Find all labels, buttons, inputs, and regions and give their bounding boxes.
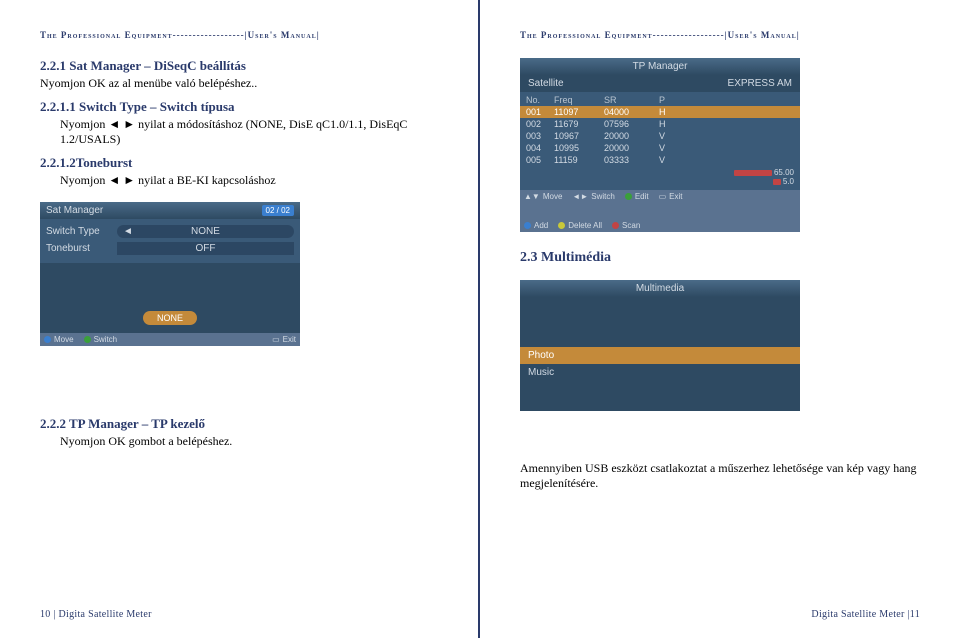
foot-exit: ▭Exit [272,335,296,344]
page-left: The Professional Equipment--------------… [0,0,480,638]
tp-signal-bars: 65.00 5.0 [520,166,800,188]
tp-manager-title: TP Manager [526,61,794,72]
sat-manager-empty-area: NONE [40,263,300,333]
tp-sat-label: Satellite [528,78,564,89]
signal-bar-s-icon [734,170,772,176]
foot-add: Add [524,221,548,230]
dot-icon [558,222,565,229]
switch-type-label: Switch Type [46,226,111,237]
table-row[interactable]: 0021167907596H [520,118,800,130]
table-row[interactable]: 0041099520000V [520,142,800,154]
dot-icon [44,336,51,343]
dot-icon [625,193,632,200]
foot-exit: ▭Exit [659,192,683,201]
col-sr: SR [604,95,659,105]
foot-switch: Switch [84,335,118,344]
foot-edit: Edit [625,192,649,201]
foot-switch: ◄►Switch [572,192,614,201]
switch-type-value[interactable]: ◄NONE [117,225,294,238]
col-no: No. [526,95,554,105]
section-2-2-1-1-title: 2.2.1.1 Switch Type – Switch típusa [40,99,438,115]
page-right: The Professional Equipment--------------… [480,0,960,638]
foot-delete-all: Delete All [558,221,602,230]
dot-icon [84,336,91,343]
toneburst-label: Toneburst [46,243,111,254]
tp-manager-screenshot: TP Manager Satellite EXPRESS AM No. Freq… [520,58,800,232]
left-right-icon: ◄► [572,192,588,201]
tp-table-head: No. Freq SR P [520,94,800,106]
table-row[interactable]: 0011109704000H [520,106,800,118]
section-2-2-1-title: 2.2.1 Sat Manager – DiSeqC beállítás [40,58,438,74]
multimedia-screenshot: Multimedia Photo Music [520,280,800,411]
multimedia-item-music[interactable]: Music [520,364,800,381]
foot-move: Move [44,335,74,344]
tp-table: No. Freq SR P 0011109704000H002116790759… [520,92,800,190]
section-2-2-2-body: Nyomjon OK gombot a belépéshez. [60,434,438,449]
multimedia-below [520,381,800,411]
page-footer-right: Digita Satellite Meter |11 [811,609,920,620]
section-2-2-1-2-body: Nyomjon ◄ ► nyilat a BE-KI kapcsoláshoz [60,173,438,188]
sat-manager-header: Sat Manager 02 / 02 [40,202,300,219]
signal-bar-q-icon [773,179,781,185]
none-button[interactable]: NONE [143,311,197,325]
dot-icon [524,222,531,229]
table-row[interactable]: 0051115903333V [520,154,800,166]
section-2-2-1-2-title: 2.2.1.2Toneburst [40,155,438,171]
multimedia-title: Multimedia [526,283,794,294]
col-p: P [659,95,794,105]
section-2-2-1-body: Nyomjon OK az al menübe való belépéshez.… [40,76,438,91]
up-down-icon: ▲▼ [524,192,540,201]
foot-move: ▲▼Move [524,192,562,201]
multimedia-body [520,297,800,347]
page-footer-left: 10 | Digita Satellite Meter [40,609,152,620]
table-row[interactable]: 0031096720000V [520,130,800,142]
toneburst-value[interactable]: OFF [117,242,294,255]
section-2-2-2-title: 2.2.2 TP Manager – TP kezelő [40,416,438,432]
multimedia-item-photo[interactable]: Photo [520,347,800,364]
tp-manager-footer: ▲▼Move ◄►Switch Edit ▭Exit Add Delete Al… [520,190,800,232]
page-header-left: The Professional Equipment--------------… [40,30,438,40]
multimedia-header: Multimedia [520,280,800,297]
exit-icon: ▭ [272,335,280,344]
sat-manager-footer: Move Switch ▭Exit [40,333,300,346]
exit-icon: ▭ [659,192,667,201]
foot-scan: Scan [612,221,640,230]
arrow-left-icon: ◄ [123,226,133,237]
page-header-right: The Professional Equipment--------------… [520,30,920,40]
dot-icon [612,222,619,229]
switch-type-row: Switch Type ◄NONE [40,223,300,240]
section-2-3-title: 2.3 Multimédia [520,250,920,266]
sat-manager-badge: 02 / 02 [262,205,294,216]
col-freq: Freq [554,95,604,105]
sat-manager-title: Sat Manager [46,205,103,216]
tp-satellite-row: Satellite EXPRESS AM [520,75,800,92]
toneburst-row: Toneburst OFF [40,240,300,257]
sat-manager-screenshot: Sat Manager 02 / 02 Switch Type ◄NONE To… [40,202,300,346]
tp-manager-header: TP Manager [520,58,800,75]
section-2-2-1-1-body: Nyomjon ◄ ► nyilat a módosításhoz (NONE,… [60,117,438,147]
tp-sat-value[interactable]: EXPRESS AM [728,78,792,89]
usb-text: Amennyiben USB eszközt csatlakoztat a mű… [520,461,920,491]
